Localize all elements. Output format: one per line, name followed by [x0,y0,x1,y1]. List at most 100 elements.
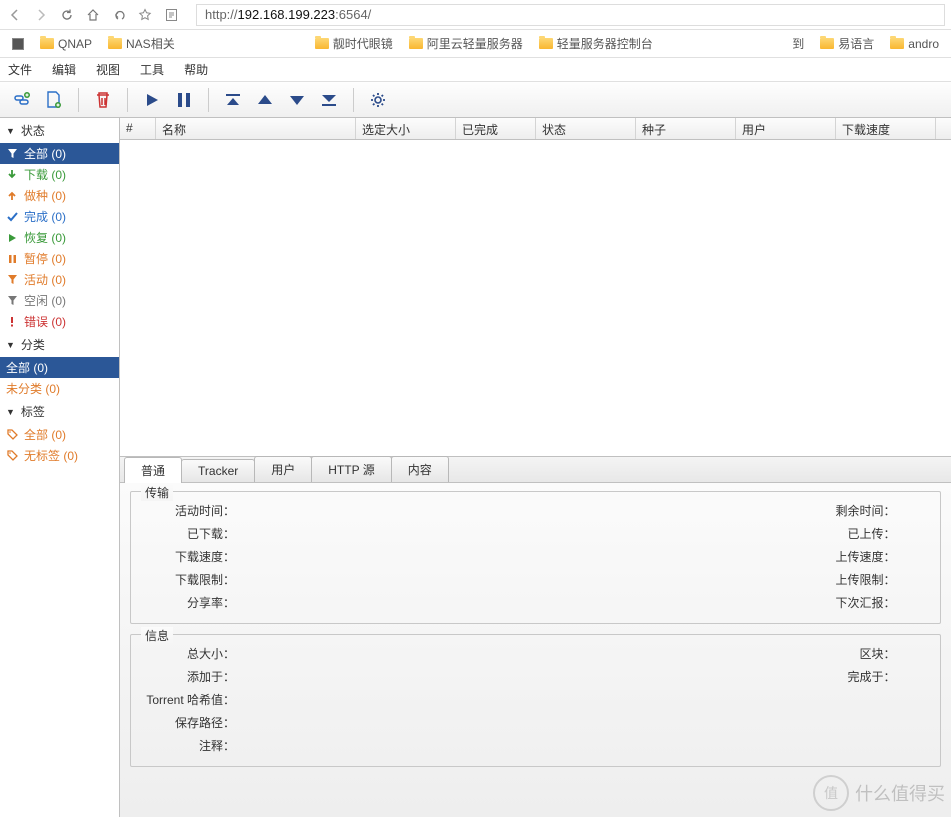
detail-value [896,525,927,542]
bookmark-qnap[interactable]: QNAP [34,35,98,53]
url-bar[interactable]: http://192.168.199.223:6564/ [196,4,945,26]
queue-bottom-button[interactable] [315,86,343,114]
column-header[interactable]: # [120,118,156,139]
detail-row: 下载速度： [145,548,516,565]
favorite-button[interactable] [136,6,154,24]
sidebar-item-label: 空闲 (0) [24,292,66,309]
note-button[interactable] [162,6,180,24]
detail-row: Torrent 哈希值： [145,691,926,708]
status-header[interactable]: ▼状态 [0,118,119,143]
sidebar-item-label: 全部 (0) [6,359,48,376]
url-host: 192.168.199.223 [238,7,336,22]
detail-label: 剩余时间： [556,502,896,519]
detail-pane: 传输 活动时间：剩余时间：已下载：已上传：下载速度：上传速度：下载限制：上传限制… [120,483,951,817]
column-header[interactable]: 下载速度 [836,118,936,139]
detail-value [235,668,516,685]
folder-icon [315,38,329,49]
forward-button[interactable] [32,6,50,24]
folder-icon [890,38,904,49]
watermark-text: 什么值得买 [855,780,945,806]
sidebar-item[interactable]: 下载 (0) [0,164,119,185]
column-header[interactable]: 已完成 [456,118,536,139]
detail-label: 上传限制： [556,571,896,588]
sidebar-item[interactable]: 活动 (0) [0,269,119,290]
pause-button[interactable] [170,86,198,114]
transfer-fieldset: 传输 活动时间：剩余时间：已下载：已上传：下载速度：上传速度：下载限制：上传限制… [130,491,941,624]
bookmark-to[interactable]: 到 [786,33,810,54]
column-header[interactable]: 种子 [636,118,736,139]
delete-button[interactable] [89,86,117,114]
bookmark-console[interactable]: 轻量服务器控制台 [533,33,659,54]
bookmark-aliyun[interactable]: 阿里云轻量服务器 [403,33,529,54]
queue-top-button[interactable] [219,86,247,114]
sidebar-item[interactable]: 恢复 (0) [0,227,119,248]
undo-button[interactable] [110,6,128,24]
tab-content[interactable]: 内容 [391,456,449,482]
detail-value [235,571,516,588]
detail-row: 完成于： [556,668,927,685]
sidebar-item[interactable]: 全部 (0) [0,357,119,378]
tab-general[interactable]: 普通 [124,457,182,483]
info-fieldset: 信息 总大小：区块：添加于：完成于：Torrent 哈希值：保存路径：注释： [130,634,941,767]
sidebar-item[interactable]: 做种 (0) [0,185,119,206]
detail-label: Torrent 哈希值： [145,691,235,708]
bookmark-andro[interactable]: andro [884,33,945,54]
detail-label: 上传速度： [556,548,896,565]
column-header[interactable]: 用户 [736,118,836,139]
detail-label: 已下载： [145,525,235,542]
detail-row: 注释： [145,737,926,754]
tab-peers[interactable]: 用户 [254,456,312,482]
bookmark-glasses[interactable]: 靓时代眼镜 [309,33,399,54]
apps-button[interactable] [6,36,30,52]
home-button[interactable] [84,6,102,24]
detail-value [896,668,927,685]
sidebar-item[interactable]: 全部 (0) [0,143,119,164]
column-header[interactable]: 状态 [536,118,636,139]
bookmark-eyy[interactable]: 易语言 [814,33,880,54]
detail-label: 已上传： [556,525,896,542]
refresh-button[interactable] [58,6,76,24]
menu-file[interactable]: 文件 [8,61,32,78]
filter-icon [6,148,18,159]
detail-label: 添加于： [145,668,235,685]
column-header[interactable]: 名称 [156,118,356,139]
tab-http[interactable]: HTTP 源 [311,456,391,482]
sidebar-item[interactable]: 无标签 (0) [0,445,119,466]
bookmark-nas[interactable]: NAS相关 [102,33,181,54]
sidebar-item[interactable]: 空闲 (0) [0,290,119,311]
back-button[interactable] [6,6,24,24]
watermark-badge: 值 [813,775,849,811]
content-area: #名称选定大小已完成状态种子用户下载速度 普通 Tracker 用户 HTTP … [120,118,951,817]
tags-header[interactable]: ▼标签 [0,399,119,424]
toolbar [0,82,951,118]
detail-value [896,645,927,662]
sidebar-item-label: 全部 (0) [24,426,66,443]
detail-label: 下载速度： [145,548,235,565]
detail-row: 下载限制： [145,571,516,588]
column-header[interactable]: 选定大小 [356,118,456,139]
check-icon [6,211,18,222]
sidebar-item-label: 活动 (0) [24,271,66,288]
menu-help[interactable]: 帮助 [184,61,208,78]
detail-label: 注释： [145,737,235,754]
menu-tools[interactable]: 工具 [140,61,164,78]
detail-row: 上传限制： [556,571,927,588]
settings-button[interactable] [364,86,392,114]
menu-view[interactable]: 视图 [96,61,120,78]
queue-down-button[interactable] [283,86,311,114]
sidebar-item[interactable]: 暂停 (0) [0,248,119,269]
tab-tracker[interactable]: Tracker [181,459,255,482]
sidebar-item[interactable]: 完成 (0) [0,206,119,227]
sidebar-item[interactable]: 未分类 (0) [0,378,119,399]
sidebar-item[interactable]: 错误 (0) [0,311,119,332]
detail-value [235,645,516,662]
sidebar-item[interactable]: 全部 (0) [0,424,119,445]
sidebar-item-label: 完成 (0) [24,208,66,225]
sidebar-item-label: 错误 (0) [24,313,66,330]
category-header[interactable]: ▼分类 [0,332,119,357]
add-link-button[interactable] [8,86,36,114]
start-button[interactable] [138,86,166,114]
menu-edit[interactable]: 编辑 [52,61,76,78]
add-file-button[interactable] [40,86,68,114]
queue-up-button[interactable] [251,86,279,114]
